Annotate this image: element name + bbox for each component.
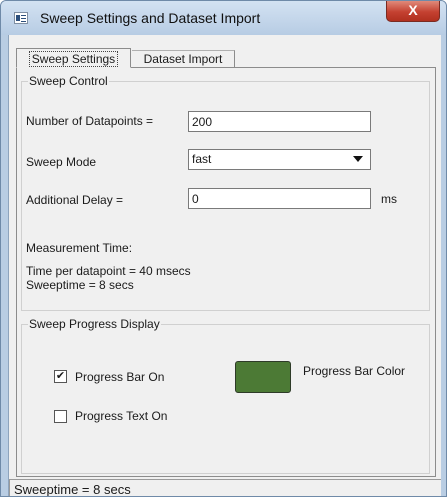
status-bar: Sweeptime = 8 secs <box>9 479 441 497</box>
chevron-down-icon[interactable] <box>353 156 363 162</box>
tab-dataset-import[interactable]: Dataset Import <box>132 50 235 68</box>
sweep-mode-select[interactable]: fast <box>188 149 371 170</box>
window-client-area: Sweep Settings Dataset Import Sweep Cont… <box>8 35 441 497</box>
sweep-mode-value: fast <box>192 152 212 166</box>
sweep-mode-label: Sweep Mode <box>26 155 97 169</box>
progress-bar-color-label: Progress Bar Color <box>303 364 406 378</box>
sweep-control-legend: Sweep Control <box>28 74 109 88</box>
datapoints-input[interactable] <box>188 111 371 132</box>
sweep-settings-panel: Sweep Control Number of Datapoints = Swe… <box>16 67 436 477</box>
close-button[interactable]: X <box>386 1 440 22</box>
progress-text-label[interactable]: Progress Text On <box>75 409 167 423</box>
window-title: Sweep Settings and Dataset Import <box>40 10 261 26</box>
measurement-time-label: Measurement Time: <box>26 241 133 255</box>
tab-label: Dataset Import <box>143 52 223 66</box>
tab-label: Sweep Settings <box>28 51 119 67</box>
time-per-datapoint-text: Time per datapoint = 40 msecs <box>26 264 191 278</box>
progress-bar-label[interactable]: Progress Bar On <box>75 370 164 384</box>
progress-display-legend: Sweep Progress Display <box>28 317 161 331</box>
delay-input[interactable] <box>188 188 371 209</box>
title-bar[interactable]: Sweep Settings and Dataset Import X <box>1 1 446 35</box>
delay-unit-label: ms <box>381 192 397 206</box>
status-text: Sweeptime = 8 secs <box>14 482 131 497</box>
progress-text-checkbox[interactable] <box>54 410 67 423</box>
progress-display-group: Sweep Progress Display <box>21 317 430 474</box>
progress-bar-color-swatch[interactable] <box>235 361 291 393</box>
tab-sweep-settings[interactable]: Sweep Settings <box>16 48 131 68</box>
settings-window: Sweep Settings and Dataset Import X Swee… <box>0 0 447 497</box>
sweeptime-text: Sweeptime = 8 secs <box>26 278 134 292</box>
datapoints-label: Number of Datapoints = <box>26 114 154 128</box>
check-icon: ✔ <box>55 370 66 382</box>
close-icon: X <box>408 2 418 18</box>
progress-bar-checkbox[interactable]: ✔ <box>54 370 67 383</box>
delay-label: Additional Delay = <box>26 193 124 207</box>
app-icon <box>14 12 28 24</box>
status-field: Sweeptime = 8 secs <box>9 480 441 497</box>
